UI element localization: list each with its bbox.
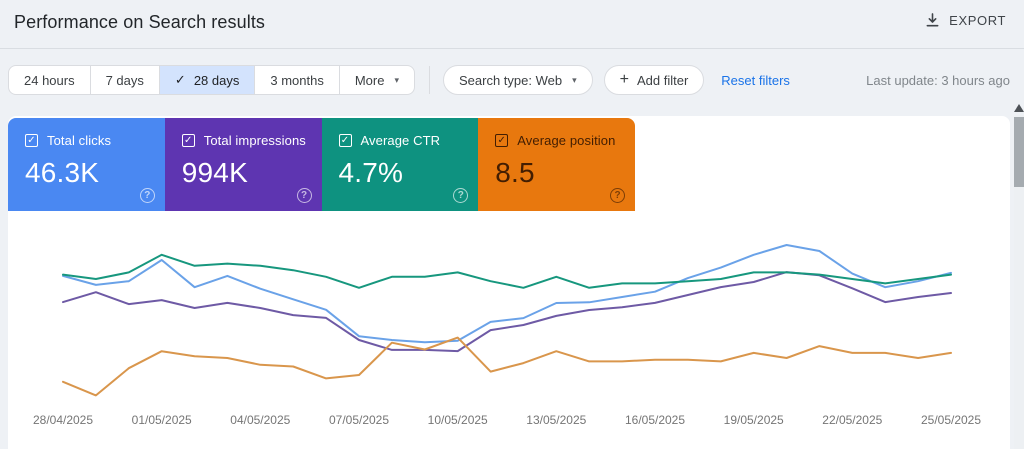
tab-7-days[interactable]: 7 days (90, 66, 159, 94)
filter-bar: 24 hours 7 days ✓ 28 days 3 months More … (8, 65, 1010, 95)
checkbox-icon[interactable]: ✓ (182, 134, 195, 147)
metric-value: 46.3K (25, 157, 165, 189)
metric-card-total-clicks[interactable]: ✓ Total clicks 46.3K ? (8, 118, 165, 211)
metric-card-total-impressions[interactable]: ✓ Total impressions 994K ? (165, 118, 322, 211)
x-axis-tick-label: 19/05/2025 (724, 413, 784, 427)
x-axis-tick-label: 13/05/2025 (526, 413, 586, 427)
metric-label: Total impressions (204, 133, 306, 148)
date-range-group: 24 hours 7 days ✓ 28 days 3 months More … (8, 65, 415, 95)
x-axis-tick-label: 10/05/2025 (428, 413, 488, 427)
performance-chart[interactable]: 28/04/2025 01/05/2025 04/05/2025 07/05/2025… (8, 222, 1010, 449)
x-axis-tick-label: 07/05/2025 (329, 413, 389, 427)
help-icon[interactable]: ? (140, 188, 155, 203)
series-line-ctr (63, 255, 951, 288)
x-axis-tick-label: 04/05/2025 (230, 413, 290, 427)
page-title: Performance on Search results (14, 12, 265, 33)
reset-filters-link[interactable]: Reset filters (721, 73, 790, 88)
last-update-text: Last update: 3 hours ago (866, 73, 1010, 88)
metric-card-average-position[interactable]: ✓ Average position 8.5 ? (478, 118, 635, 211)
header-divider (0, 48, 1024, 49)
help-icon[interactable]: ? (610, 188, 625, 203)
metric-value: 4.7% (339, 157, 479, 189)
tab-more[interactable]: More ▾ (339, 66, 414, 94)
plus-icon: + (620, 72, 629, 88)
download-icon (925, 13, 940, 28)
tab-28-days[interactable]: ✓ 28 days (159, 66, 254, 94)
export-button[interactable]: EXPORT (925, 13, 1006, 28)
help-icon[interactable]: ? (297, 188, 312, 203)
x-axis-tick-label: 22/05/2025 (822, 413, 882, 427)
x-axis-tick-label: 01/05/2025 (132, 413, 192, 427)
x-axis-tick-label: 16/05/2025 (625, 413, 685, 427)
tab-3-months[interactable]: 3 months (254, 66, 338, 94)
add-filter-button[interactable]: + Add filter (604, 65, 705, 95)
tab-24-hours[interactable]: 24 hours (9, 66, 90, 94)
x-axis-tick-label: 25/05/2025 (921, 413, 981, 427)
series-line-position (63, 338, 951, 396)
metric-cards: ✓ Total clicks 46.3K ? ✓ Total impressio… (8, 118, 635, 211)
checkbox-icon[interactable]: ✓ (495, 134, 508, 147)
scrollbar-thumb[interactable] (1014, 117, 1024, 187)
metric-label: Average position (517, 133, 615, 148)
check-icon: ✓ (175, 72, 186, 88)
metric-value: 8.5 (495, 157, 635, 189)
chevron-down-icon: ▾ (572, 75, 577, 86)
checkbox-icon[interactable]: ✓ (25, 134, 38, 147)
checkbox-icon[interactable]: ✓ (339, 134, 352, 147)
search-type-dropdown[interactable]: Search type: Web ▾ (443, 65, 593, 95)
metric-label: Total clicks (47, 133, 111, 148)
scroll-up-icon[interactable] (1014, 104, 1024, 112)
metric-label: Average CTR (361, 133, 441, 148)
performance-page: Performance on Search results EXPORT 24 … (0, 0, 1024, 449)
x-axis-tick-label: 28/04/2025 (33, 413, 93, 427)
filter-separator (429, 66, 430, 94)
chevron-down-icon: ▾ (394, 75, 399, 86)
help-icon[interactable]: ? (453, 188, 468, 203)
metric-value: 994K (182, 157, 322, 189)
export-label: EXPORT (949, 13, 1006, 28)
metric-card-average-ctr[interactable]: ✓ Average CTR 4.7% ? (322, 118, 479, 211)
